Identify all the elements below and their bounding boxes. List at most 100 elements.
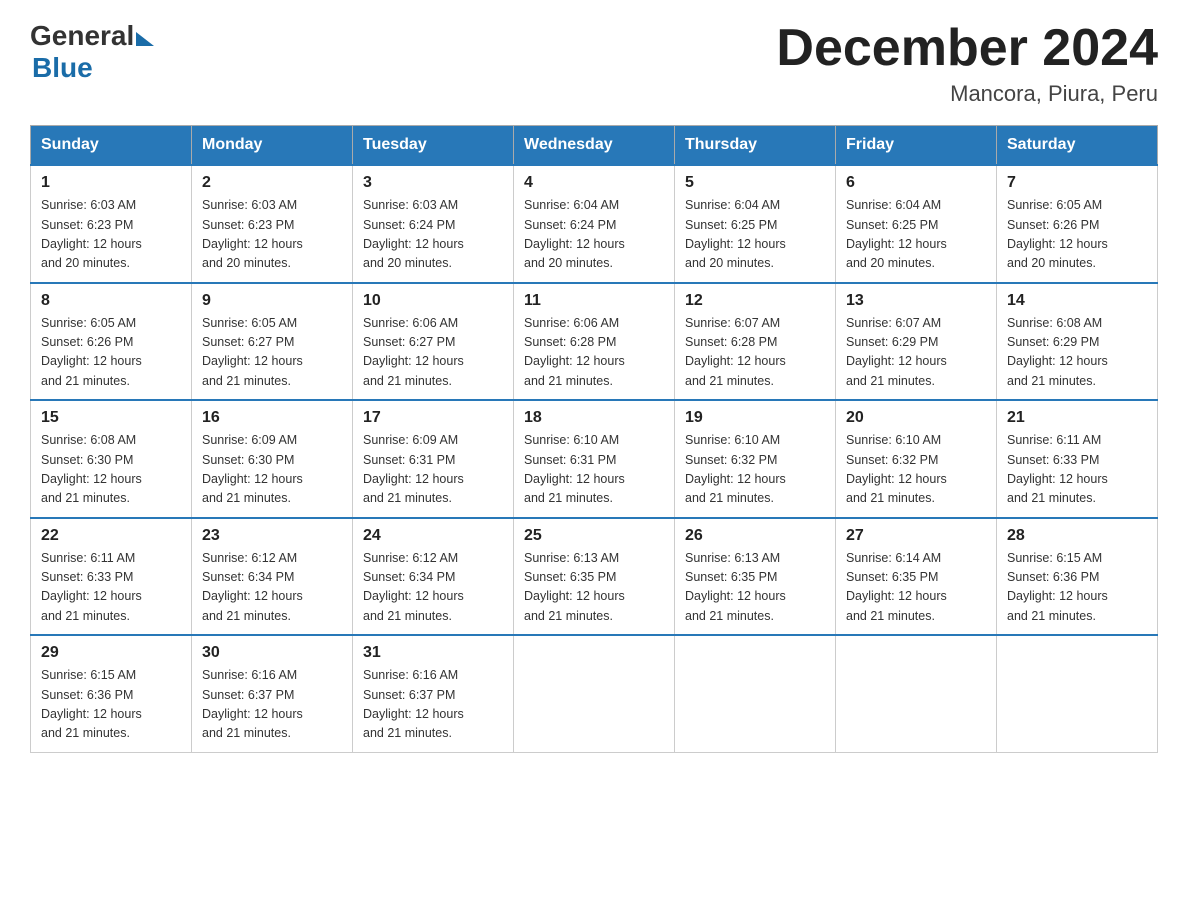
header-friday: Friday [836,126,997,166]
calendar-cell: 11 Sunrise: 6:06 AMSunset: 6:28 PMDayligh… [514,283,675,401]
day-info: Sunrise: 6:05 AMSunset: 6:26 PMDaylight:… [1007,196,1147,274]
day-number: 23 [202,527,342,545]
day-number: 2 [202,174,342,192]
day-number: 3 [363,174,503,192]
calendar-cell: 6Sunrise: 6:04 AMSunset: 6:25 PMDaylight… [836,165,997,283]
day-number: 7 [1007,174,1147,192]
day-info: Sunrise: 6:03 AMSunset: 6:24 PMDaylight:… [363,196,503,274]
day-number: 12 [685,292,825,310]
calendar-cell: 24 Sunrise: 6:12 AMSunset: 6:34 PMDayligh… [353,518,514,636]
day-info: Sunrise: 6:10 AMSunset: 6:31 PMDaylight:… [524,431,664,509]
calendar-cell: 31 Sunrise: 6:16 AMSunset: 6:37 PMDayligh… [353,635,514,752]
day-info: Sunrise: 6:05 AMSunset: 6:26 PMDaylight:… [41,314,181,392]
day-info: Sunrise: 6:13 AMSunset: 6:35 PMDaylight:… [524,549,664,627]
day-number: 13 [846,292,986,310]
calendar-cell: 25Sunrise: 6:13 AMSunset: 6:35 PMDayligh… [514,518,675,636]
day-info: Sunrise: 6:12 AMSunset: 6:34 PMDaylight:… [363,549,503,627]
logo: General Blue [30,20,154,84]
day-number: 17 [363,409,503,427]
calendar-cell: 17 Sunrise: 6:09 AMSunset: 6:31 PMDayligh… [353,400,514,518]
day-info: Sunrise: 6:11 AMSunset: 6:33 PMDaylight:… [1007,431,1147,509]
day-number: 27 [846,527,986,545]
day-info: Sunrise: 6:09 AMSunset: 6:31 PMDaylight:… [363,431,503,509]
calendar-cell: 28 Sunrise: 6:15 AMSunset: 6:36 PMDayligh… [997,518,1158,636]
day-number: 19 [685,409,825,427]
calendar-cell [836,635,997,752]
day-number: 11 [524,292,664,310]
day-number: 8 [41,292,181,310]
calendar-cell: 1 Sunrise: 6:03 AMSunset: 6:23 PMDaylight… [31,165,192,283]
day-info: Sunrise: 6:13 AMSunset: 6:35 PMDaylight:… [685,549,825,627]
day-info: Sunrise: 6:03 AMSunset: 6:23 PMDaylight:… [202,196,342,274]
calendar-cell: 9Sunrise: 6:05 AMSunset: 6:27 PMDaylight… [192,283,353,401]
logo-arrow-icon [136,32,154,46]
day-info: Sunrise: 6:15 AMSunset: 6:36 PMDaylight:… [41,666,181,744]
calendar-cell: 14Sunrise: 6:08 AMSunset: 6:29 PMDayligh… [997,283,1158,401]
day-info: Sunrise: 6:15 AMSunset: 6:36 PMDaylight:… [1007,549,1147,627]
calendar-cell: 22Sunrise: 6:11 AMSunset: 6:33 PMDayligh… [31,518,192,636]
day-number: 22 [41,527,181,545]
calendar-cell: 26 Sunrise: 6:13 AMSunset: 6:35 PMDayligh… [675,518,836,636]
logo-text-blue: Blue [32,52,93,84]
calendar-cell: 15 Sunrise: 6:08 AMSunset: 6:30 PMDayligh… [31,400,192,518]
day-number: 14 [1007,292,1147,310]
day-info: Sunrise: 6:12 AMSunset: 6:34 PMDaylight:… [202,549,342,627]
calendar-cell: 19 Sunrise: 6:10 AMSunset: 6:32 PMDayligh… [675,400,836,518]
day-info: Sunrise: 6:07 AMSunset: 6:28 PMDaylight:… [685,314,825,392]
calendar-cell: 13 Sunrise: 6:07 AMSunset: 6:29 PMDayligh… [836,283,997,401]
calendar-cell: 5 Sunrise: 6:04 AMSunset: 6:25 PMDaylight… [675,165,836,283]
day-info: Sunrise: 6:09 AMSunset: 6:30 PMDaylight:… [202,431,342,509]
calendar-cell: 7 Sunrise: 6:05 AMSunset: 6:26 PMDaylight… [997,165,1158,283]
calendar-cell: 18Sunrise: 6:10 AMSunset: 6:31 PMDayligh… [514,400,675,518]
day-number: 15 [41,409,181,427]
day-number: 31 [363,644,503,662]
header-monday: Monday [192,126,353,166]
calendar-week-row: 22Sunrise: 6:11 AMSunset: 6:33 PMDayligh… [31,518,1158,636]
day-info: Sunrise: 6:14 AMSunset: 6:35 PMDaylight:… [846,549,986,627]
day-number: 5 [685,174,825,192]
day-number: 24 [363,527,503,545]
calendar-cell: 16 Sunrise: 6:09 AMSunset: 6:30 PMDayligh… [192,400,353,518]
calendar-week-row: 8 Sunrise: 6:05 AMSunset: 6:26 PMDaylight… [31,283,1158,401]
day-number: 20 [846,409,986,427]
calendar-cell: 27 Sunrise: 6:14 AMSunset: 6:35 PMDayligh… [836,518,997,636]
page-header: General Blue December 2024 Mancora, Piur… [30,20,1158,107]
calendar-cell: 30Sunrise: 6:16 AMSunset: 6:37 PMDayligh… [192,635,353,752]
calendar-cell [997,635,1158,752]
calendar-cell: 21Sunrise: 6:11 AMSunset: 6:33 PMDayligh… [997,400,1158,518]
calendar-week-row: 29 Sunrise: 6:15 AMSunset: 6:36 PMDayligh… [31,635,1158,752]
day-number: 28 [1007,527,1147,545]
calendar-header-row: SundayMondayTuesdayWednesdayThursdayFrid… [31,126,1158,166]
logo-text-general: General [30,20,134,52]
day-number: 1 [41,174,181,192]
day-number: 4 [524,174,664,192]
calendar-cell: 10 Sunrise: 6:06 AMSunset: 6:27 PMDayligh… [353,283,514,401]
day-info: Sunrise: 6:08 AMSunset: 6:30 PMDaylight:… [41,431,181,509]
calendar-cell: 4 Sunrise: 6:04 AMSunset: 6:24 PMDaylight… [514,165,675,283]
calendar-cell: 29 Sunrise: 6:15 AMSunset: 6:36 PMDayligh… [31,635,192,752]
day-info: Sunrise: 6:10 AMSunset: 6:32 PMDaylight:… [846,431,986,509]
day-number: 26 [685,527,825,545]
day-number: 16 [202,409,342,427]
day-info: Sunrise: 6:06 AMSunset: 6:27 PMDaylight:… [363,314,503,392]
day-number: 30 [202,644,342,662]
header-saturday: Saturday [997,126,1158,166]
day-info: Sunrise: 6:07 AMSunset: 6:29 PMDaylight:… [846,314,986,392]
day-info: Sunrise: 6:06 AMSunset: 6:28 PMDaylight:… [524,314,664,392]
calendar-table: SundayMondayTuesdayWednesdayThursdayFrid… [30,125,1158,753]
day-info: Sunrise: 6:04 AMSunset: 6:25 PMDaylight:… [685,196,825,274]
day-info: Sunrise: 6:03 AMSunset: 6:23 PMDaylight:… [41,196,181,274]
calendar-week-row: 15 Sunrise: 6:08 AMSunset: 6:30 PMDayligh… [31,400,1158,518]
calendar-cell: 23 Sunrise: 6:12 AMSunset: 6:34 PMDayligh… [192,518,353,636]
calendar-cell: 3 Sunrise: 6:03 AMSunset: 6:24 PMDaylight… [353,165,514,283]
day-info: Sunrise: 6:04 AMSunset: 6:24 PMDaylight:… [524,196,664,274]
calendar-cell: 12 Sunrise: 6:07 AMSunset: 6:28 PMDayligh… [675,283,836,401]
day-number: 29 [41,644,181,662]
day-number: 9 [202,292,342,310]
day-number: 6 [846,174,986,192]
calendar-cell: 2 Sunrise: 6:03 AMSunset: 6:23 PMDaylight… [192,165,353,283]
calendar-cell: 8 Sunrise: 6:05 AMSunset: 6:26 PMDaylight… [31,283,192,401]
day-number: 10 [363,292,503,310]
day-info: Sunrise: 6:10 AMSunset: 6:32 PMDaylight:… [685,431,825,509]
day-info: Sunrise: 6:16 AMSunset: 6:37 PMDaylight:… [363,666,503,744]
